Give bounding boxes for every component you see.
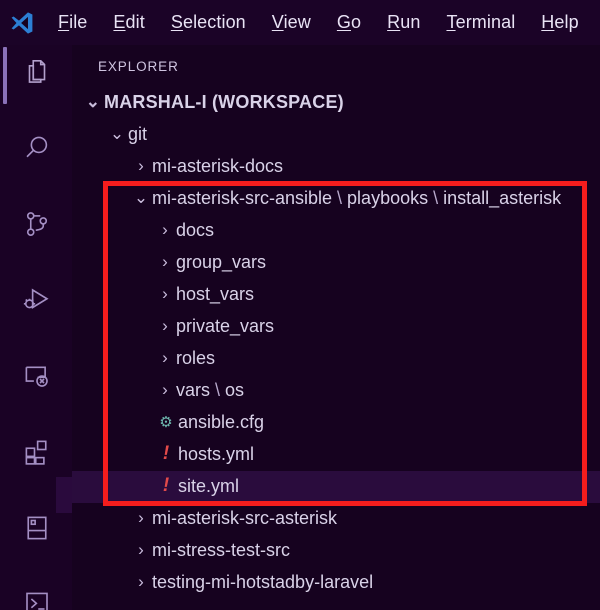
chevron-down-icon[interactable]: ⌄ [106,124,128,144]
remote-explorer-icon[interactable] [14,353,60,399]
files-explorer-icon[interactable] [14,49,60,95]
tree-item-site.yml[interactable]: ! site.yml [72,471,600,503]
layout-panel-icon[interactable] [14,505,60,551]
menu-item-file[interactable]: File [58,12,87,33]
tree-item-label: host_vars [176,283,255,304]
chevron-right-icon[interactable]: › [154,284,176,304]
active-view-indicator [3,47,7,104]
tree-item-label: ansible.cfg [178,411,265,432]
tree-item-mi-asterisk-src-asterisk[interactable]: › mi-asterisk-src-asterisk [72,503,600,535]
menu-item-go[interactable]: Go [337,12,361,33]
chevron-right-icon[interactable]: › [154,380,176,400]
chevron-right-icon[interactable]: › [130,508,152,528]
menu-item-edit[interactable]: Edit [113,12,144,33]
vscode-logo-icon [0,0,44,45]
source-control-icon[interactable] [14,201,60,247]
tree-item-git[interactable]: ⌄ git [72,119,600,151]
vscode-window: File Edit Selection View Go Run Terminal… [0,0,600,610]
tree-item-roles[interactable]: › roles [72,343,600,375]
tree-item-label: group_vars [176,251,267,272]
tree-item-host_vars[interactable]: › host_vars [72,279,600,311]
chevron-right-icon[interactable]: › [130,540,152,560]
file-tree: ⌄ MARSHAL-I (WORKSPACE) ⌄ git › mi-asterisk-d… [72,87,600,599]
tree-item-label: mi-stress-test-src [152,539,290,560]
extensions-icon[interactable] [14,429,60,475]
chevron-right-icon[interactable]: › [154,252,176,272]
tree-item-label: roles [176,347,216,368]
chevron-right-icon[interactable]: › [154,220,176,240]
run-and-debug-icon[interactable] [14,277,60,323]
tree-item-marshal-i[interactable]: ⌄ MARSHAL-I (WORKSPACE) [72,87,600,119]
chevron-right-icon[interactable]: › [154,348,176,368]
menu-item-help[interactable]: Help [541,12,578,33]
tree-item-label: testing-mi-hotstadby-laravel [152,571,374,592]
menu-item-view[interactable]: View [272,12,311,33]
menu-item-selection[interactable]: Selection [171,12,246,33]
tree-item-label: mi-asterisk-src-asterisk [152,507,338,528]
yaml-warning-icon: ! [162,443,170,464]
gear-icon: ⚙ [159,414,173,431]
tree-item-group_vars[interactable]: › group_vars [72,247,600,279]
tree-item-label: MARSHAL-I (WORKSPACE) [104,91,344,112]
explorer-sidebar: EXPLORER ⌄ MARSHAL-I (WORKSPACE) ⌄ git › mi-a… [72,45,600,610]
terminal-prompt-icon[interactable] [14,581,60,610]
tree-item-testing-mi-hotstadby-laravel[interactable]: › testing-mi-hotstadby-laravel [72,567,600,599]
chevron-right-icon[interactable]: › [130,156,152,176]
tree-item-docs[interactable]: › docs [72,215,600,247]
tree-item-vars[interactable]: › vars \ os [72,375,600,407]
search-icon[interactable] [14,125,60,171]
tree-item-label: mi-asterisk-docs [152,155,284,176]
chevron-right-icon[interactable]: › [130,572,152,592]
chevron-right-icon[interactable]: › [154,316,176,336]
tree-item-label: site.yml [178,475,240,496]
tree-item-label: vars \ os [176,379,245,400]
tree-item-label: git [128,123,148,144]
explorer-title: EXPLORER [98,59,179,74]
chevron-down-icon[interactable]: ⌄ [130,188,152,208]
title-bar: File Edit Selection View Go Run Terminal… [0,0,600,45]
tree-item-label: hosts.yml [178,443,255,464]
tree-item-ansible.cfg[interactable]: ⚙ ansible.cfg [72,407,600,439]
activity-bar [0,45,72,610]
yaml-warning-icon: ! [162,475,170,496]
tree-item-mi-stress-test-src[interactable]: › mi-stress-test-src [72,535,600,567]
chevron-down-icon[interactable]: ⌄ [82,92,104,112]
menu-bar: File Edit Selection View Go Run Terminal… [58,12,579,33]
tree-item-label: docs [176,219,215,240]
menu-item-run[interactable]: Run [387,12,420,33]
tree-item-label: mi-asterisk-src-ansible \ playbooks \ in… [152,187,562,208]
tree-item-hosts.yml[interactable]: ! hosts.yml [72,439,600,471]
menu-item-terminal[interactable]: Terminal [446,12,515,33]
tree-item-mi-asterisk-docs[interactable]: › mi-asterisk-docs [72,151,600,183]
tree-item-label: private_vars [176,315,275,336]
tree-item-private_vars[interactable]: › private_vars [72,311,600,343]
tree-item-mi-asterisk-src-ansible[interactable]: ⌄ mi-asterisk-src-ansible \ playbooks \ i… [72,183,600,215]
